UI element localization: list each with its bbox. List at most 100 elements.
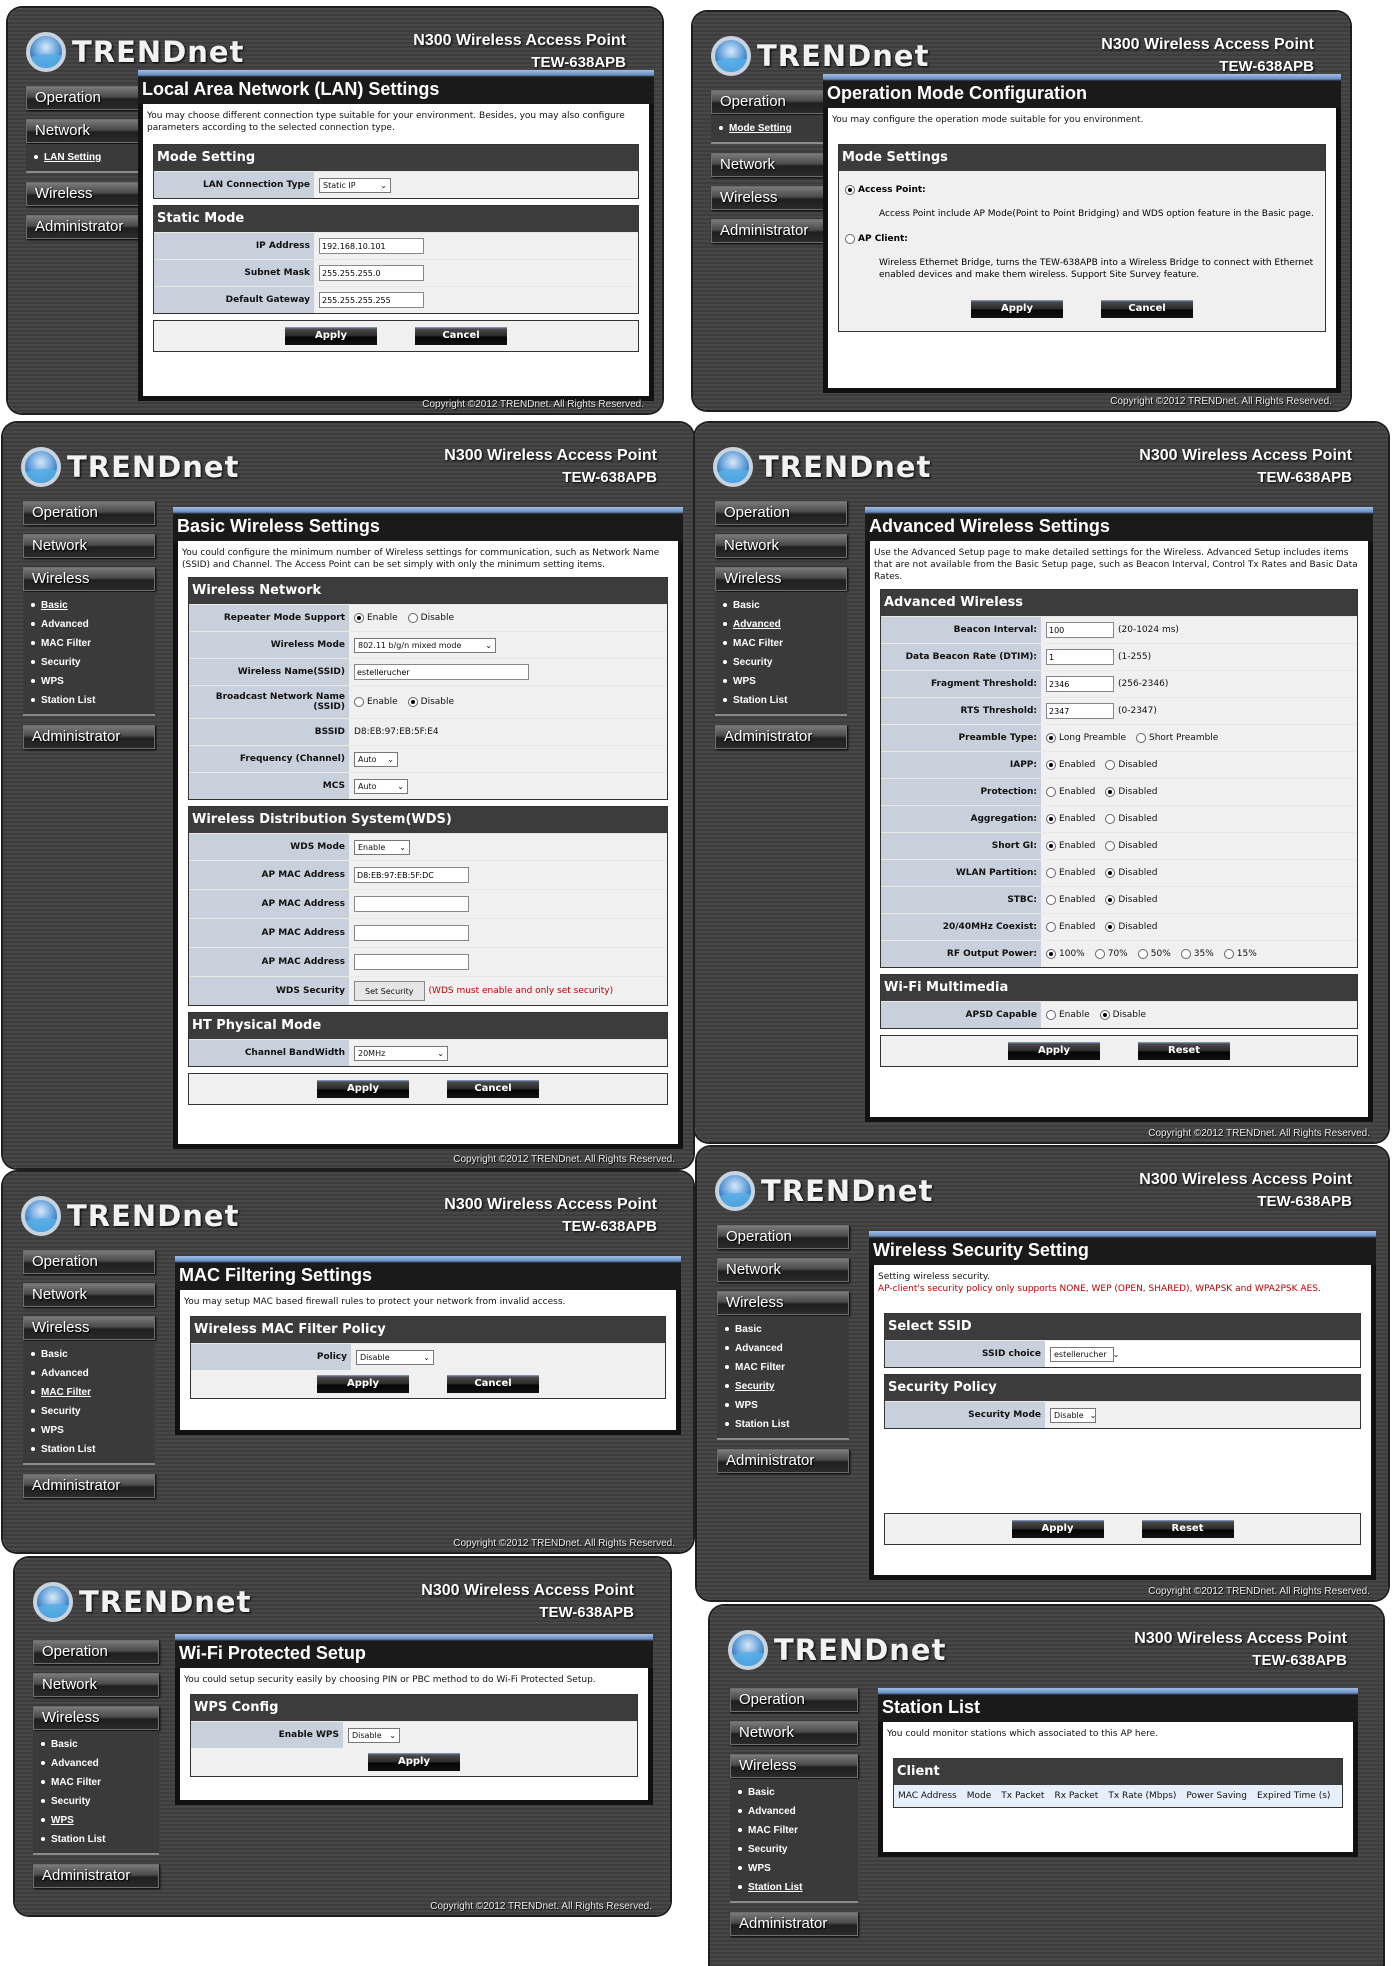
ap-mac-input-1[interactable] xyxy=(354,867,469,883)
ap-mac-input-4[interactable] xyxy=(354,954,469,970)
subnav-mac-filter[interactable]: MAC Filter xyxy=(717,1358,849,1377)
subnav-wps[interactable]: WPS xyxy=(33,1811,159,1830)
disabled-radio[interactable]: Disabled xyxy=(1105,922,1157,932)
subnav-station-list[interactable]: Station List xyxy=(717,1415,849,1434)
lan-connection-type-select[interactable]: Static IP ⌄ xyxy=(319,177,391,193)
apsd-disable-radio[interactable]: Disable xyxy=(1099,1010,1146,1020)
security-mode-select[interactable]: Disable ⌄ xyxy=(1050,1407,1096,1423)
nav-wireless[interactable]: Wireless xyxy=(715,567,847,591)
subnav-wps[interactable]: WPS xyxy=(730,1859,858,1878)
subnav-wps[interactable]: WPS xyxy=(717,1396,849,1415)
fragment-threshold-input[interactable] xyxy=(1046,676,1114,692)
nav-wireless[interactable]: Wireless xyxy=(26,182,154,206)
subnav-advanced[interactable]: Advanced xyxy=(717,1339,849,1358)
enable-wps-select[interactable]: Disable ⌄ xyxy=(348,1727,400,1743)
subnav-wps[interactable]: WPS xyxy=(23,672,155,691)
dtim-input[interactable] xyxy=(1046,649,1114,665)
subnav-station-list[interactable]: Station List xyxy=(33,1830,159,1849)
ap-mac-input-3[interactable] xyxy=(354,925,469,941)
reset-button[interactable]: Reset xyxy=(1141,1520,1234,1538)
ip-address-input[interactable] xyxy=(319,238,424,254)
rf-power-radio[interactable]: 70% xyxy=(1094,949,1128,959)
subnav-security[interactable]: Security xyxy=(23,1402,155,1421)
nav-network[interactable]: Network xyxy=(23,534,155,558)
cancel-button[interactable]: Cancel xyxy=(415,327,507,345)
subnav-mac-filter[interactable]: MAC Filter xyxy=(23,1383,155,1402)
policy-select[interactable]: Disable ⌄ xyxy=(356,1349,434,1365)
apply-button[interactable]: Apply xyxy=(317,1080,409,1098)
nav-administrator[interactable]: Administrator xyxy=(730,1912,858,1936)
disabled-radio[interactable]: Disabled xyxy=(1105,787,1157,797)
subnav-mac-filter[interactable]: MAC Filter xyxy=(33,1773,159,1792)
subnav-security[interactable]: Security xyxy=(23,653,155,672)
beacon-interval-input[interactable] xyxy=(1046,622,1114,638)
ap-client-radio[interactable]: AP Client: xyxy=(845,234,1319,247)
nav-wireless[interactable]: Wireless xyxy=(730,1754,858,1778)
subnav-station-list[interactable]: Station List xyxy=(715,691,847,710)
access-point-radio[interactable]: Access Point: xyxy=(845,185,1319,198)
nav-operation[interactable]: Operation xyxy=(715,501,847,525)
subnav-basic[interactable]: Basic xyxy=(23,1345,155,1364)
disabled-radio[interactable]: Disabled xyxy=(1105,841,1157,851)
subnav-basic[interactable]: Basic xyxy=(717,1320,849,1339)
subnav-advanced[interactable]: Advanced xyxy=(730,1802,858,1821)
subnav-mac-filter[interactable]: MAC Filter xyxy=(730,1821,858,1840)
nav-administrator[interactable]: Administrator xyxy=(717,1449,849,1473)
subnav-security[interactable]: Security xyxy=(717,1377,849,1396)
subnav-station-list[interactable]: Station List xyxy=(730,1878,858,1897)
apsd-enable-radio[interactable]: Enable xyxy=(1046,1010,1090,1020)
subnav-security[interactable]: Security xyxy=(730,1840,858,1859)
preamble-short-radio[interactable]: Short Preamble xyxy=(1135,733,1218,743)
nav-network[interactable]: Network xyxy=(717,1258,849,1282)
ssid-choice-select[interactable]: estellerucher ⌄ xyxy=(1050,1346,1119,1362)
disabled-radio[interactable]: Disabled xyxy=(1105,814,1157,824)
apply-button[interactable]: Apply xyxy=(317,1375,409,1393)
default-gateway-input[interactable] xyxy=(319,292,424,308)
subnav-basic[interactable]: Basic xyxy=(33,1735,159,1754)
enabled-radio[interactable]: Enabled xyxy=(1046,922,1095,932)
ap-mac-input-2[interactable] xyxy=(354,896,469,912)
subnav-advanced[interactable]: Advanced xyxy=(33,1754,159,1773)
subnav-basic[interactable]: Basic xyxy=(23,596,155,615)
ssid-input[interactable] xyxy=(354,664,529,680)
subnav-basic[interactable]: Basic xyxy=(715,596,847,615)
nav-wireless[interactable]: Wireless xyxy=(23,567,155,591)
nav-network[interactable]: Network xyxy=(26,119,154,143)
mcs-select[interactable]: Auto ⌄ xyxy=(354,778,408,794)
subnav-station-list[interactable]: Station List xyxy=(23,691,155,710)
subnav-wps[interactable]: WPS xyxy=(715,672,847,691)
subnav-station-list[interactable]: Station List xyxy=(23,1440,155,1459)
wireless-mode-select[interactable]: 802.11 b/g/n mixed mode ⌄ xyxy=(354,637,496,653)
reset-button[interactable]: Reset xyxy=(1138,1042,1230,1060)
cancel-button[interactable]: Cancel xyxy=(1101,300,1193,318)
nav-network[interactable]: Network xyxy=(730,1721,858,1745)
enabled-radio[interactable]: Enabled xyxy=(1046,868,1095,878)
nav-operation[interactable]: Operation xyxy=(717,1225,849,1249)
subnav-mode-setting[interactable]: Mode Setting xyxy=(711,119,839,138)
subnav-mac-filter[interactable]: MAC Filter xyxy=(23,634,155,653)
nav-network[interactable]: Network xyxy=(715,534,847,558)
nav-network[interactable]: Network xyxy=(33,1673,159,1697)
cancel-button[interactable]: Cancel xyxy=(447,1080,539,1098)
channel-bandwidth-select[interactable]: 20MHz ⌄ xyxy=(354,1045,448,1061)
disabled-radio[interactable]: Disabled xyxy=(1105,760,1157,770)
subnav-advanced[interactable]: Advanced xyxy=(23,615,155,634)
subnet-mask-input[interactable] xyxy=(319,265,424,281)
nav-administrator[interactable]: Administrator xyxy=(33,1864,159,1888)
enabled-radio[interactable]: Enabled xyxy=(1046,787,1095,797)
enabled-radio[interactable]: Enabled xyxy=(1046,841,1095,851)
subnav-mac-filter[interactable]: MAC Filter xyxy=(715,634,847,653)
rf-power-radio[interactable]: 35% xyxy=(1180,949,1214,959)
nav-wireless[interactable]: Wireless xyxy=(33,1706,159,1730)
nav-administrator[interactable]: Administrator xyxy=(23,1474,155,1498)
preamble-long-radio[interactable]: Long Preamble xyxy=(1046,733,1126,743)
wds-mode-select[interactable]: Enable ⌄ xyxy=(354,839,410,855)
disabled-radio[interactable]: Disabled xyxy=(1105,868,1157,878)
nav-operation[interactable]: Operation xyxy=(23,1250,155,1274)
subnav-advanced[interactable]: Advanced xyxy=(715,615,847,634)
apply-button[interactable]: Apply xyxy=(1011,1520,1104,1538)
subnav-security[interactable]: Security xyxy=(715,653,847,672)
apply-button[interactable]: Apply xyxy=(285,327,377,345)
subnav-security[interactable]: Security xyxy=(33,1792,159,1811)
set-security-button[interactable]: Set Security xyxy=(354,981,425,1001)
